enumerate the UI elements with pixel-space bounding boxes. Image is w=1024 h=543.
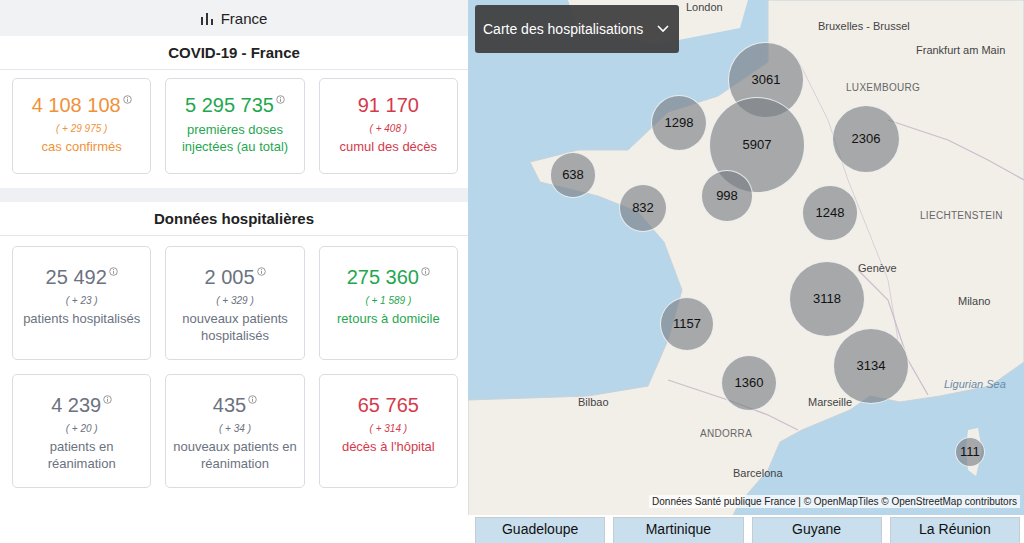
- overseas-tab-label: Guadeloupe: [502, 521, 578, 537]
- hospitalisation-map[interactable]: London Bruxelles - Brussel Frankfurt am Ma…: [468, 0, 1024, 543]
- stat-delta: ( + 23 ): [66, 295, 98, 306]
- section-title: COVID-19 - France: [0, 36, 468, 70]
- stat-value: 25 492: [46, 265, 118, 289]
- panel-title: France: [221, 10, 268, 27]
- overseas-tab[interactable]: Guadeloupe: [475, 517, 605, 543]
- stat-number: 91 170: [358, 93, 419, 117]
- hospital-cluster-marker[interactable]: 2306: [832, 105, 900, 173]
- stat-card: 435 ( + 34 ) nouveaux patients en réanimat…: [165, 374, 304, 488]
- info-icon[interactable]: [109, 267, 118, 276]
- stat-delta: ( + 29 975 ): [56, 123, 107, 134]
- map-place-label: ANDORRA: [700, 428, 752, 439]
- info-icon[interactable]: [123, 95, 132, 104]
- stat-value: 435: [213, 393, 257, 417]
- stat-delta: ( + 314 ): [370, 423, 408, 434]
- overseas-tab-label: Martinique: [646, 521, 711, 537]
- stat-card: 4 239 ( + 20 ) patients en réanimation: [12, 374, 151, 488]
- stat-value: 91 170: [358, 93, 419, 117]
- overseas-tab-label: La Réunion: [919, 521, 991, 537]
- stat-card: 4 108 108 ( + 29 975 ) cas confirmés: [12, 78, 151, 174]
- section-title: Données hospitalières: [0, 202, 468, 236]
- map-place-label: Genève: [858, 262, 897, 274]
- overseas-tab[interactable]: Guyane: [752, 517, 882, 543]
- map-attribution: Données Santé publique France | © OpenMa…: [649, 495, 1020, 508]
- info-icon[interactable]: [103, 395, 112, 404]
- overseas-tab-label: Guyane: [792, 521, 841, 537]
- stat-number: 25 492: [46, 265, 107, 289]
- stat-number: 65 765: [358, 393, 419, 417]
- stat-label: cumul des décès: [340, 138, 438, 155]
- stat-delta: ( + 34 ): [219, 423, 251, 434]
- info-icon[interactable]: [248, 395, 257, 404]
- stat-number: 275 360: [347, 265, 419, 289]
- info-icon[interactable]: [421, 267, 430, 276]
- stat-number: 4 239: [51, 393, 101, 417]
- hospital-cluster-marker[interactable]: 998: [701, 170, 753, 222]
- hospital-cluster-marker[interactable]: 3118: [789, 261, 865, 337]
- chevron-down-icon: [657, 25, 669, 33]
- dropdown-label: Carte des hospitalisations: [483, 20, 643, 38]
- section-separator: [0, 188, 468, 202]
- map-place-label: LUXEMBOURG: [846, 82, 920, 93]
- stat-value: 4 108 108: [32, 93, 132, 117]
- stat-value: 4 239: [51, 393, 112, 417]
- stat-value: 275 360: [347, 265, 430, 289]
- stat-label: nouveaux patients en réanimation: [172, 438, 297, 472]
- map-place-label: Bilbao: [578, 396, 609, 408]
- map-place-label: London: [686, 1, 723, 13]
- stat-label: retours à domicile: [337, 310, 440, 327]
- stat-delta: ( + 329 ): [216, 295, 254, 306]
- hospital-cluster-marker[interactable]: 3134: [833, 328, 909, 404]
- stat-number: 435: [213, 393, 246, 417]
- info-icon[interactable]: [257, 267, 266, 276]
- stat-delta: ( + 1 589 ): [365, 295, 411, 306]
- stat-label: nouveaux patients hospitalisés: [172, 310, 297, 344]
- map-layer-dropdown[interactable]: Carte des hospitalisations: [475, 5, 679, 53]
- stat-card: 275 360 ( + 1 589 ) retours à domicile: [319, 246, 458, 360]
- stat-card: 5 295 735 premières doses injectées (au t…: [165, 78, 304, 174]
- stat-number: 2 005: [204, 265, 254, 289]
- overseas-tabs: Guadeloupe Martinique Guyane La Réunion: [468, 515, 1024, 543]
- stat-card: 91 170 ( + 408 ) cumul des décès: [319, 78, 458, 174]
- overseas-tab[interactable]: Martinique: [613, 517, 743, 543]
- map-place-label: Bruxelles - Brussel: [818, 20, 910, 32]
- hospital-cluster-marker[interactable]: 638: [550, 152, 595, 197]
- stat-label: décès à l'hôpital: [342, 438, 435, 455]
- overseas-tab[interactable]: La Réunion: [890, 517, 1020, 543]
- hospital-cluster-marker[interactable]: 111: [955, 437, 986, 468]
- panel-header: France: [0, 0, 468, 36]
- map-place-label: Frankfurt am Main: [916, 44, 1005, 56]
- stat-card: 65 765 ( + 314 ) décès à l'hôpital: [319, 374, 458, 488]
- stat-label: premières doses injectées (au total): [172, 121, 297, 155]
- stat-label: patients hospitalisés: [23, 310, 140, 327]
- stat-value: 2 005: [204, 265, 265, 289]
- stat-number: 4 108 108: [32, 93, 121, 117]
- stat-delta: ( + 408 ): [370, 123, 408, 134]
- map-place-label: LIECHTENSTEIN: [920, 210, 1003, 221]
- map-place-label: Barcelona: [733, 467, 783, 479]
- stat-card: 2 005 ( + 329 ) nouveaux patients hospital…: [165, 246, 304, 360]
- stat-value: 5 295 735: [185, 93, 285, 117]
- stats-panel: France COVID-19 - France 4 108 108 ( + 29 9…: [0, 0, 468, 543]
- stat-label: cas confirmés: [42, 138, 122, 155]
- stat-number: 5 295 735: [185, 93, 274, 117]
- map-place-label: Marseille: [808, 396, 852, 408]
- stat-label: patients en réanimation: [19, 438, 144, 472]
- hospital-cluster-marker[interactable]: 1157: [660, 297, 714, 351]
- stat-delta: ( + 20 ): [66, 423, 98, 434]
- map-place-label: Milano: [958, 295, 990, 307]
- hospital-cluster-marker[interactable]: 1298: [651, 95, 707, 151]
- stat-card: 25 492 ( + 23 ) patients hospitalisés: [12, 246, 151, 360]
- hospital-cluster-marker[interactable]: 1248: [802, 185, 857, 240]
- card-grid: 4 108 108 ( + 29 975 ) cas confirmés 5 295 …: [0, 70, 468, 188]
- map-place-label: Ligurian Sea: [944, 378, 1006, 390]
- bar-chart-icon: [201, 11, 213, 25]
- info-icon[interactable]: [276, 95, 285, 104]
- stat-value: 65 765: [358, 393, 419, 417]
- card-grid: 25 492 ( + 23 ) patients hospitalisés 2 005…: [0, 236, 468, 502]
